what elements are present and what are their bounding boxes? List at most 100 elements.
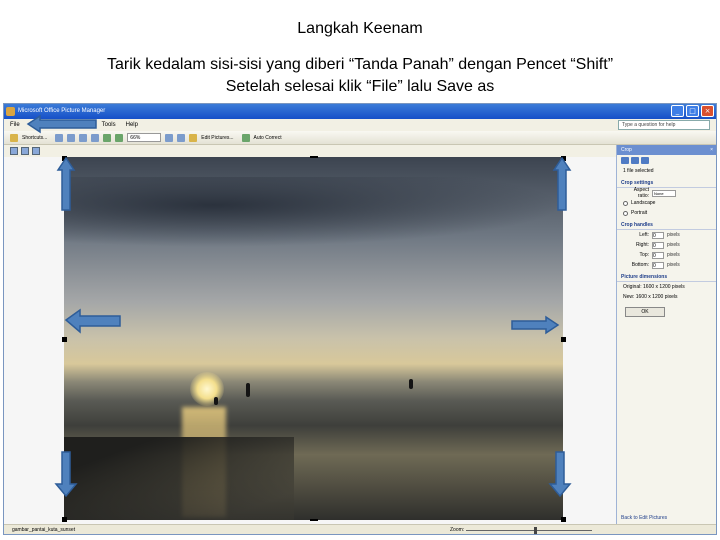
- menu-help[interactable]: Help: [126, 119, 138, 131]
- crop-handles-heading: Crop handles: [617, 221, 716, 230]
- selected-info: 1 file selected: [623, 168, 654, 174]
- task-pane-title: Crop: [621, 147, 632, 153]
- picture-manager-screenshot: Microsoft Office Picture Manager _ □ × F…: [3, 103, 717, 535]
- rotate-right-icon[interactable]: [115, 133, 124, 142]
- task-pane-close-icon[interactable]: ×: [710, 145, 713, 155]
- maximize-button[interactable]: □: [686, 105, 699, 117]
- status-zoom-label: Zoom:: [450, 527, 465, 533]
- window-titlebar: Microsoft Office Picture Manager _ □ ×: [4, 104, 716, 119]
- handle-top-label: Top:: [639, 252, 649, 258]
- crop-task-pane: Crop × 1 file selected Crop settings Asp…: [616, 145, 716, 524]
- shortcuts-icon[interactable]: [10, 133, 18, 142]
- menu-tools[interactable]: Tools: [102, 119, 116, 131]
- landscape-label: Landscape: [631, 200, 656, 206]
- print-icon[interactable]: [79, 133, 88, 142]
- portrait-radio[interactable]: [623, 210, 628, 216]
- close-button[interactable]: ×: [701, 105, 714, 117]
- status-filename: gambar_pantai_kuta_sunset: [12, 527, 76, 533]
- minimize-button[interactable]: _: [671, 105, 684, 117]
- single-picture-view-icon[interactable]: [32, 147, 40, 155]
- slide: Langkah Keenam Tarik kedalam sisi-sisi y…: [0, 0, 720, 540]
- mail-icon[interactable]: [91, 133, 100, 142]
- crop-handle-bottom[interactable]: [310, 519, 318, 521]
- new-dimensions: New: 1600 x 1200 pixels: [623, 294, 678, 300]
- cloud-shape: [64, 177, 563, 247]
- handle-top-unit: pixels: [667, 252, 680, 258]
- zoom-select[interactable]: 66%: [127, 133, 162, 142]
- landscape-radio[interactable]: [623, 200, 628, 206]
- ok-button[interactable]: OK: [625, 307, 665, 317]
- handle-top-input[interactable]: 0: [652, 251, 664, 259]
- window-title: Microsoft Office Picture Manager: [18, 108, 106, 114]
- task-pane-nav: [617, 155, 716, 166]
- crop-handle-right[interactable]: [561, 337, 566, 342]
- landscape-row: Landscape: [617, 198, 716, 208]
- instruction-line-1: Tarik kedalam sisi-sisi yang diberi “Tan…: [106, 56, 614, 73]
- zoom-out-icon[interactable]: [177, 133, 186, 142]
- menu-file[interactable]: File: [10, 119, 20, 131]
- back-to-edit-pictures-link[interactable]: Back to Edit Pictures: [621, 515, 667, 521]
- edit-pictures-button[interactable]: Edit Pictures...: [201, 135, 233, 141]
- auto-correct-icon[interactable]: [241, 133, 250, 142]
- zoom-slider-thumb[interactable]: [534, 527, 537, 534]
- sun-shape: [190, 372, 224, 406]
- handle-right-input[interactable]: 0: [652, 241, 664, 249]
- help-search-input[interactable]: Type a question for help: [618, 120, 710, 130]
- handle-right-row: Right: 0 pixels: [617, 240, 716, 250]
- aspect-ratio-row: Aspect ratio: None: [617, 187, 716, 199]
- crop-handle-top-right[interactable]: [561, 156, 566, 161]
- portrait-row: Portrait: [617, 208, 716, 218]
- new-icon[interactable]: [55, 133, 64, 142]
- toolbar: Shortcuts... 66% Edit Pictures... Auto C…: [4, 131, 716, 145]
- menu-bar: File Edit View Picture Tools Help: [4, 119, 716, 131]
- handle-bottom-label: Bottom:: [631, 262, 649, 268]
- menu-picture[interactable]: Picture: [73, 119, 92, 131]
- original-dimensions: Original: 1600 x 1200 pixels: [623, 284, 685, 290]
- shore-shape: [64, 437, 294, 520]
- person-silhouette: [214, 397, 218, 405]
- handle-left-row: Left: 0 pixels: [617, 230, 716, 240]
- window-controls: _ □ ×: [671, 105, 714, 117]
- picture-canvas: [4, 156, 616, 524]
- crop-handle-left[interactable]: [62, 337, 67, 342]
- person-silhouette: [409, 379, 413, 389]
- home-icon[interactable]: [641, 157, 649, 164]
- zoom-in-icon[interactable]: [165, 133, 174, 142]
- crop-handle-top[interactable]: [310, 156, 318, 158]
- menu-view[interactable]: View: [50, 119, 63, 131]
- instruction-line-2: Setelah selesai klik “File” lalu Save as: [225, 78, 495, 95]
- portrait-label: Portrait: [631, 210, 648, 216]
- dimensions-heading: Picture dimensions: [617, 273, 716, 282]
- crop-handle-top-left[interactable]: [62, 156, 67, 161]
- filmstrip-view-icon[interactable]: [21, 147, 29, 155]
- aspect-ratio-select[interactable]: None: [652, 189, 676, 197]
- handle-right-label: Right:: [635, 242, 649, 248]
- menu-edit[interactable]: Edit: [30, 119, 40, 131]
- handle-left-label: Left:: [639, 232, 649, 238]
- status-bar: gambar_pantai_kuta_sunset Zoom:: [4, 524, 716, 534]
- aspect-ratio-label: Aspect ratio:: [633, 187, 649, 199]
- handle-left-unit: pixels: [667, 232, 680, 238]
- slide-title: Langkah Keenam: [297, 20, 423, 37]
- edit-pictures-icon[interactable]: [189, 133, 198, 142]
- person-silhouette: [246, 383, 250, 397]
- app-icon: [6, 107, 15, 116]
- thumbnail-view-icon[interactable]: [10, 147, 18, 155]
- forward-icon[interactable]: [631, 157, 639, 164]
- shortcuts-button[interactable]: Shortcuts...: [22, 135, 47, 141]
- back-icon[interactable]: [621, 157, 629, 164]
- zoom-slider[interactable]: [466, 530, 592, 531]
- handle-top-row: Top: 0 pixels: [617, 250, 716, 260]
- crop-handle-bottom-left[interactable]: [62, 517, 67, 522]
- sunset-beach-photo: [64, 157, 563, 520]
- handle-left-input[interactable]: 0: [652, 231, 664, 239]
- task-pane-header: Crop ×: [617, 145, 716, 155]
- crop-handle-bottom-right[interactable]: [561, 517, 566, 522]
- save-icon[interactable]: [67, 133, 76, 142]
- handle-bottom-row: Bottom: 0 pixels: [617, 260, 716, 270]
- auto-correct-button[interactable]: Auto Correct: [254, 135, 282, 141]
- rotate-left-icon[interactable]: [103, 133, 112, 142]
- handle-bottom-input[interactable]: 0: [652, 261, 664, 269]
- handle-bottom-unit: pixels: [667, 262, 680, 268]
- handle-right-unit: pixels: [667, 242, 680, 248]
